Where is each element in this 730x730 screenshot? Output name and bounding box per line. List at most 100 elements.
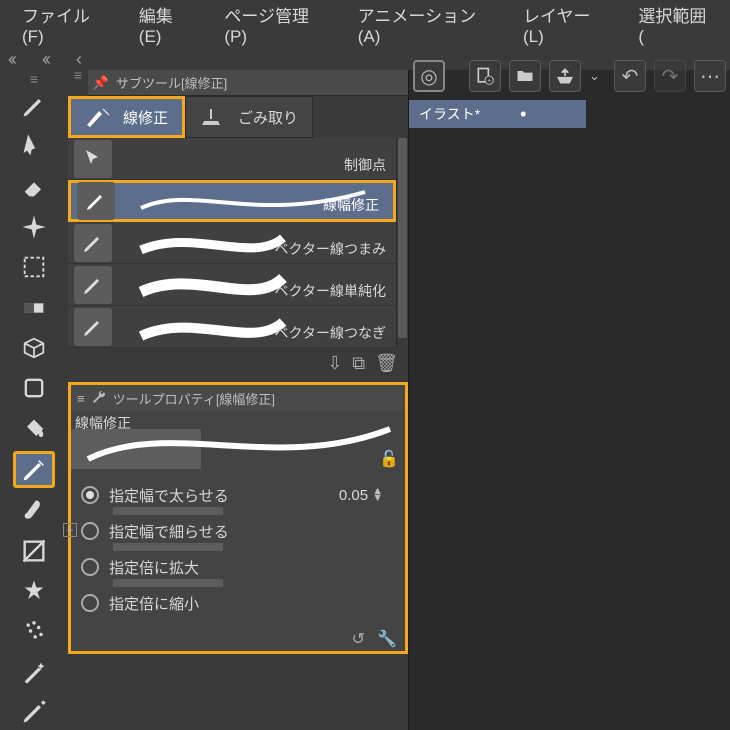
subtool-label: ベクター線つまみ: [275, 239, 386, 259]
subtool-tab-row: 線修正 ごみ取り: [68, 96, 408, 138]
menu-layer[interactable]: レイヤー(L): [507, 0, 622, 53]
collapse-chevron-1[interactable]: ‹‹: [8, 49, 14, 70]
subtool-scrollbar[interactable]: [396, 138, 408, 348]
pen-icon: [74, 308, 112, 346]
option-label: 指定倍に縮小: [109, 593, 199, 614]
pin-icon[interactable]: 📌: [92, 74, 110, 92]
radio-icon[interactable]: [81, 558, 99, 576]
star-tool[interactable]: [13, 573, 55, 609]
duplicate-icon[interactable]: ⧉: [352, 353, 365, 374]
radio-icon[interactable]: [81, 522, 99, 540]
eraser-tool[interactable]: [13, 169, 55, 205]
unsaved-dot-icon: •: [520, 104, 526, 125]
subtool-label: 線幅修正: [323, 195, 379, 215]
brush-tool[interactable]: [13, 492, 55, 528]
line-correct-icon: [85, 106, 113, 128]
option-scale-down[interactable]: 指定倍に縮小: [81, 585, 395, 621]
new-doc-icon[interactable]: +: [469, 60, 501, 92]
frame-tool[interactable]: [13, 532, 55, 568]
open-folder-icon[interactable]: [509, 60, 541, 92]
spray-tool[interactable]: [13, 613, 55, 649]
option-label: 指定倍に拡大: [109, 557, 199, 578]
move-tool[interactable]: [13, 128, 55, 164]
radio-icon[interactable]: [81, 486, 99, 504]
settings-icon[interactable]: 🔧: [377, 629, 397, 649]
bucket-tool[interactable]: [13, 411, 55, 447]
lock-icon[interactable]: 🔓: [379, 449, 399, 469]
more-icon[interactable]: ⋯: [694, 60, 726, 92]
menu-edit[interactable]: 編集(E): [123, 0, 209, 53]
cursor-arrow-icon: [74, 140, 112, 178]
tab-dust-cleaner[interactable]: ごみ取り: [185, 96, 313, 138]
property-footer: ↺ 🔧: [71, 627, 405, 651]
pen-icon: [77, 182, 115, 220]
option-scale-up[interactable]: 指定倍に拡大: [81, 549, 395, 585]
pen-icon: [74, 266, 112, 304]
quick-toolbar: ◎ + ⌄ ↶ ↷ ⋯: [413, 56, 726, 96]
drag-handle-icon[interactable]: ≡: [68, 70, 88, 80]
redo-icon[interactable]: ↷: [654, 60, 686, 92]
wrench-icon: [91, 389, 107, 408]
menu-page[interactable]: ページ管理(P): [208, 0, 341, 53]
document-tab[interactable]: イラスト* •: [409, 100, 586, 128]
option-thin[interactable]: + 指定幅で細らせる: [81, 513, 395, 549]
subtool-label: ベクター線つなぎ: [275, 323, 386, 343]
tool-property-header: ≡ ツールプロパティ[線幅修正]: [71, 385, 405, 411]
center-panel-area: ≡ 📌 サブツール[線修正] 線修正 ごみ取り 制御点: [68, 70, 408, 730]
save-icon[interactable]: [549, 60, 581, 92]
subtool-panel-header: 📌 サブツール[線修正]: [88, 70, 408, 96]
shape-tool[interactable]: [13, 370, 55, 406]
tab-dust-label: ごみ取り: [238, 107, 298, 128]
tool-property-preview: 線幅修正 🔓: [71, 411, 405, 471]
subtool-control-point[interactable]: 制御点: [68, 138, 396, 180]
subtool-vector-join[interactable]: ベクター線つなぎ: [68, 306, 396, 348]
collapse-chevron-2[interactable]: ‹‹: [42, 49, 48, 70]
menu-animation[interactable]: アニメーション(A): [342, 0, 507, 53]
tool-column: ≡: [0, 70, 68, 730]
reset-icon[interactable]: ↺: [352, 629, 365, 649]
subtool-line-width[interactable]: 線幅修正: [68, 180, 396, 222]
pen-tool[interactable]: [13, 88, 55, 124]
document-tab-label: イラスト*: [419, 104, 480, 124]
svg-text:+: +: [487, 78, 491, 85]
menu-select[interactable]: 選択範囲(: [622, 0, 724, 53]
subtool-label: ベクター線単純化: [275, 281, 386, 301]
option-label: 指定幅で細らせる: [109, 521, 229, 542]
subtool-panel-title: サブツール[線修正]: [116, 73, 227, 92]
wand-tool[interactable]: [13, 653, 55, 689]
stepper-icon[interactable]: ▲▼: [372, 488, 383, 502]
3d-tool[interactable]: [13, 330, 55, 366]
tool-property-title: ツールプロパティ[線幅修正]: [113, 389, 275, 408]
subtool-label: 制御点: [344, 155, 386, 175]
tab-line-correct[interactable]: 線修正: [68, 96, 185, 138]
menu-bar: ファイル(F) 編集(E) ページ管理(P) アニメーション(A) レイヤー(L…: [0, 0, 730, 48]
pen-icon: [74, 224, 112, 262]
expand-plus-icon[interactable]: +: [63, 523, 77, 537]
marquee-tool[interactable]: [13, 249, 55, 285]
radio-icon[interactable]: [81, 594, 99, 612]
option-label: 指定幅で太らせる: [109, 485, 229, 506]
subtool-vector-pinch[interactable]: ベクター線つまみ: [68, 222, 396, 264]
trash-icon[interactable]: 🗑: [375, 353, 398, 374]
import-icon[interactable]: ⇩: [327, 353, 342, 374]
tool-property-panel: ≡ ツールプロパティ[線幅修正] 線幅修正 🔓 指定幅で太らせる 0.05▲▼: [68, 382, 408, 654]
subtool-list: 制御点 線幅修正 ベクター線つまみ ベクター線単純化: [68, 138, 396, 348]
tab-line-correct-label: 線修正: [123, 107, 168, 128]
subtool-footer: ⇩ ⧉ 🗑: [68, 348, 408, 378]
property-options: 指定幅で太らせる 0.05▲▼ + 指定幅で細らせる 指定倍に拡大: [71, 471, 405, 627]
line-correct-tool[interactable]: [13, 451, 55, 488]
canvas-area: ◎ + ⌄ ↶ ↷ ⋯ イラスト* •: [408, 70, 730, 730]
drag-handle-icon[interactable]: ≡: [13, 74, 55, 84]
dustpan-icon: [200, 106, 228, 128]
spiral-icon[interactable]: ◎: [413, 60, 445, 92]
undo-icon[interactable]: ↶: [614, 60, 646, 92]
gradient-tool[interactable]: [13, 290, 55, 326]
subtool-vector-simplify[interactable]: ベクター線単純化: [68, 264, 396, 306]
option-thicken[interactable]: 指定幅で太らせる 0.05▲▼: [81, 477, 395, 513]
edit-tool[interactable]: [13, 694, 55, 730]
sparkle-tool[interactable]: [13, 209, 55, 245]
menu-file[interactable]: ファイル(F): [6, 0, 123, 53]
drag-handle-icon[interactable]: ≡: [77, 391, 85, 406]
width-value[interactable]: 0.05▲▼: [339, 487, 383, 504]
chevron-down-icon[interactable]: ⌄: [589, 68, 600, 84]
